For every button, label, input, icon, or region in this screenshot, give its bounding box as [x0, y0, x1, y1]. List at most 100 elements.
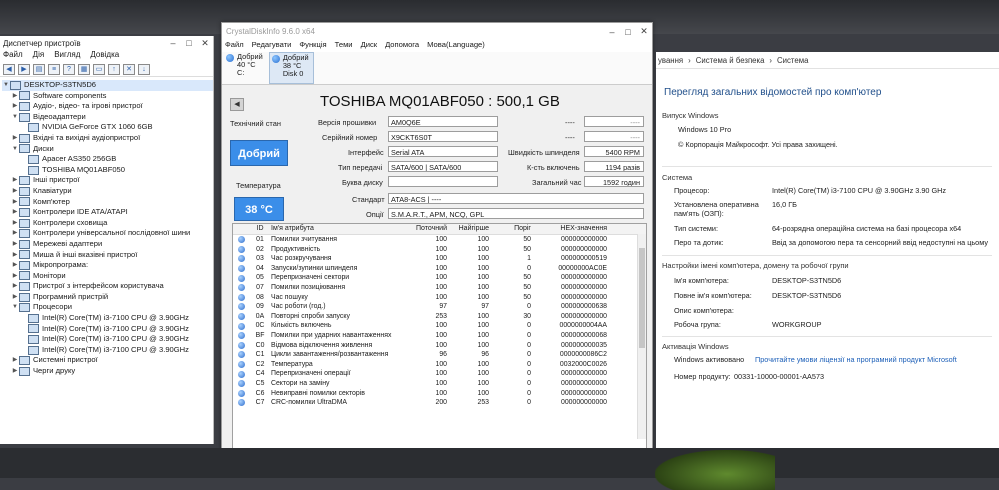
tree-item[interactable]: ▶ Software components	[2, 91, 213, 102]
col-current[interactable]: Поточний	[405, 224, 447, 234]
smart-row[interactable]: C6 Невиправні помилки секторів 100 100 0 0000…	[233, 389, 646, 399]
tree-item[interactable]: ▶ Клавіатури	[2, 186, 213, 197]
download-icon[interactable]: ↓	[138, 63, 150, 75]
smart-row[interactable]: 04 Запуски/зупинки шпинделя 100 100 0 0000000…	[233, 264, 646, 274]
smart-row[interactable]: 08 Час пошуку 100 100 50 000000000000	[233, 293, 646, 303]
tree-item[interactable]: Intel(R) Core(TM) i3-7100 CPU @ 3.90GHz	[2, 334, 213, 345]
collapsed-chevron-icon[interactable]: ▶	[11, 260, 19, 271]
maximize-icon[interactable]: □	[620, 27, 636, 37]
cdi-menu-disk[interactable]: Диск	[361, 40, 378, 52]
tree-item[interactable]: ▶ Вхідні та вихідні аудіопристрої	[2, 133, 213, 144]
tree-item[interactable]: Intel(R) Core(TM) i3-7100 CPU @ 3.90GHz	[2, 324, 213, 335]
smart-row[interactable]: C1 Цикли завантаження/розвантаження 96 96 0 0…	[233, 350, 646, 360]
tree-item[interactable]: ▶ Мережеві адаптери	[2, 239, 213, 250]
tree-item[interactable]: Apacer AS350 256GB	[2, 154, 213, 165]
health-status-badge[interactable]: Добрий	[230, 140, 288, 166]
smart-row[interactable]: C0 Відмова відключення живлення 100 100 0 000…	[233, 341, 646, 351]
tree-item[interactable]: ▶ Мікропрограма:	[2, 260, 213, 271]
tree-item[interactable]: ▶ Черги друку	[2, 366, 213, 377]
collapsed-chevron-icon[interactable]: ▶	[11, 91, 19, 102]
collapsed-chevron-icon[interactable]: ▶	[11, 239, 19, 250]
cdi-menu-edit[interactable]: Редагувати	[252, 40, 292, 52]
tree-item[interactable]: ▶ Системні пристрої	[2, 355, 213, 366]
menu-help[interactable]: Довідка	[90, 50, 119, 62]
tree-item[interactable]: Intel(R) Core(TM) i3-7100 CPU @ 3.90GHz	[2, 345, 213, 356]
tree-item[interactable]: ▶ Комп'ютер	[2, 197, 213, 208]
disable-icon[interactable]: ✕	[123, 63, 135, 75]
smart-row[interactable]: BF Помилки при ударних навантаженнях 100 10…	[233, 331, 646, 341]
smart-scrollbar[interactable]	[637, 234, 646, 439]
tree-item[interactable]: ▶ Контролери універсальної послідовної ши…	[2, 228, 213, 239]
tree-item[interactable]: ▶ Аудіо-, відео- та ігрові пристрої	[2, 101, 213, 112]
disk-tab-disk0[interactable]: Добрий 38 °C Disk 0	[268, 52, 314, 84]
tree-item[interactable]: ▼ DESKTOP-S3TN5D6	[2, 80, 213, 91]
minimize-icon[interactable]: –	[604, 27, 620, 37]
menu-view[interactable]: Вигляд	[54, 50, 80, 62]
expanded-chevron-icon[interactable]: ▼	[2, 80, 10, 91]
collapsed-chevron-icon[interactable]: ▶	[11, 218, 19, 229]
collapsed-chevron-icon[interactable]: ▶	[11, 207, 19, 218]
smart-row[interactable]: C2 Температура 100 100 0 0032000C0026	[233, 360, 646, 370]
breadcrumb-part[interactable]: Система	[777, 56, 808, 65]
collapsed-chevron-icon[interactable]: ▶	[11, 355, 19, 366]
breadcrumb-part[interactable]: ування	[658, 56, 683, 65]
disk-tab-c[interactable]: Добрий 40 °C C:	[226, 52, 263, 84]
minimize-icon[interactable]: –	[165, 38, 181, 48]
cdi-menu-function[interactable]: Функція	[299, 40, 326, 52]
cdi-menu-language[interactable]: Мова(Language)	[427, 40, 485, 52]
menu-file[interactable]: Файл	[3, 50, 23, 62]
tree-item[interactable]: ▶ Контролери IDE ATA/ATAPI	[2, 207, 213, 218]
tree-item[interactable]: ▶ Контролери сховища	[2, 218, 213, 229]
collapsed-chevron-icon[interactable]: ▶	[11, 366, 19, 377]
smart-row[interactable]: 02 Продуктивність 100 100 50 000000000000	[233, 245, 646, 255]
tree-item[interactable]: TOSHIBA MQ01ABF050	[2, 165, 213, 176]
col-id[interactable]: ID	[249, 224, 271, 234]
collapsed-chevron-icon[interactable]: ▶	[11, 228, 19, 239]
expanded-chevron-icon[interactable]: ▼	[11, 144, 19, 155]
maximize-icon[interactable]: □	[181, 38, 197, 48]
tree-item[interactable]: ▶ Інші пристрої	[2, 175, 213, 186]
cdi-menu-themes[interactable]: Теми	[335, 40, 353, 52]
collapsed-chevron-icon[interactable]: ▶	[11, 197, 19, 208]
smart-row[interactable]: 09 Час роботи (год.) 97 97 0 000000000638	[233, 302, 646, 312]
expanded-chevron-icon[interactable]: ▼	[11, 302, 19, 313]
update-driver-icon[interactable]: ↑	[108, 63, 120, 75]
collapsed-chevron-icon[interactable]: ▶	[11, 186, 19, 197]
tree-item[interactable]: Intel(R) Core(TM) i3-7100 CPU @ 3.90GHz	[2, 313, 213, 324]
collapsed-chevron-icon[interactable]: ▶	[11, 175, 19, 186]
col-worst[interactable]: Найгірше	[447, 224, 489, 234]
breadcrumb-part[interactable]: Система й безпека	[696, 56, 765, 65]
help-icon[interactable]: ?	[63, 63, 75, 75]
tree-item[interactable]: ▼ Диски	[2, 144, 213, 155]
smart-row[interactable]: 01 Помилки зчитування 100 100 50 000000000000	[233, 235, 646, 245]
forward-icon[interactable]: ▶	[18, 63, 30, 75]
smart-row[interactable]: 07 Помилки позиціювання 100 100 50 0000000000…	[233, 283, 646, 293]
collapsed-chevron-icon[interactable]: ▶	[11, 133, 19, 144]
monitor-icon[interactable]: ▭	[93, 63, 105, 75]
smart-row[interactable]: C7 CRC-помилки UltraDMA 200 253 0 00000000000…	[233, 398, 646, 408]
resources-icon[interactable]: ▦	[78, 63, 90, 75]
tree-item[interactable]: ▶ Монітори	[2, 271, 213, 282]
tree-item[interactable]: ▼ Процесори	[2, 302, 213, 313]
collapsed-chevron-icon[interactable]: ▶	[11, 101, 19, 112]
collapsed-chevron-icon[interactable]: ▶	[11, 271, 19, 282]
menu-action[interactable]: Дія	[33, 50, 45, 62]
license-terms-link[interactable]: Прочитайте умови ліцензії на програмний …	[755, 355, 957, 365]
smart-row[interactable]: 05 Перепризначені сектори 100 100 50 00000000…	[233, 273, 646, 283]
cdi-menu-file[interactable]: Файл	[225, 40, 244, 52]
scrollbar-thumb[interactable]	[639, 248, 645, 348]
smart-row[interactable]: C4 Перепризначені операції 100 100 0 00000000…	[233, 369, 646, 379]
collapsed-chevron-icon[interactable]: ▶	[11, 281, 19, 292]
tree-item[interactable]: ▼ Відеоадаптери	[2, 112, 213, 123]
list-icon[interactable]: ≡	[48, 63, 60, 75]
previous-disk-icon[interactable]: ◀	[230, 98, 244, 111]
smart-row[interactable]: C5 Сектори на заміну 100 100 0 000000000000	[233, 379, 646, 389]
collapsed-chevron-icon[interactable]: ▶	[11, 250, 19, 261]
address-bar[interactable]: ування › Система й безпека › Система	[656, 52, 999, 69]
cdi-menu-help[interactable]: Допомога	[385, 40, 419, 52]
col-raw[interactable]: HEX-значення	[531, 224, 611, 234]
smart-row[interactable]: 03 Час розкручування 100 100 1 000000000519	[233, 254, 646, 264]
expanded-chevron-icon[interactable]: ▼	[11, 112, 19, 123]
tree-item[interactable]: ▶ Миша й інші вказівні пристрої	[2, 250, 213, 261]
tree-item[interactable]: NVIDIA GeForce GTX 1060 6GB	[2, 122, 213, 133]
